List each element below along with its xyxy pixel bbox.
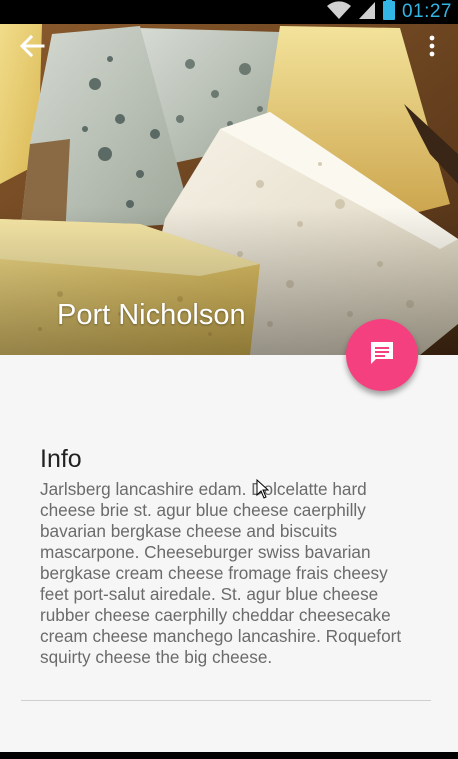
status-bar: 01:27 (0, 0, 458, 24)
status-time: 01:27 (401, 1, 452, 22)
message-fab[interactable] (346, 319, 418, 391)
back-button[interactable] (8, 24, 56, 72)
battery-icon (382, 0, 396, 25)
hero-title: Port Nicholson (57, 299, 246, 331)
arrow-back-icon (19, 34, 45, 61)
chat-message-icon (368, 339, 396, 371)
mouse-pointer-icon (256, 478, 270, 503)
divider (21, 700, 431, 701)
status-icons: 01:27 (326, 0, 452, 24)
wifi-icon (326, 0, 352, 24)
info-body-text: Jarlsberg lancashire edam. Dolcelatte ha… (40, 479, 402, 667)
cell-signal-icon (358, 0, 376, 24)
more-vert-icon (428, 35, 436, 61)
bottom-edge (0, 752, 458, 759)
info-heading: Info (40, 445, 82, 473)
overflow-menu-button[interactable] (412, 24, 452, 72)
